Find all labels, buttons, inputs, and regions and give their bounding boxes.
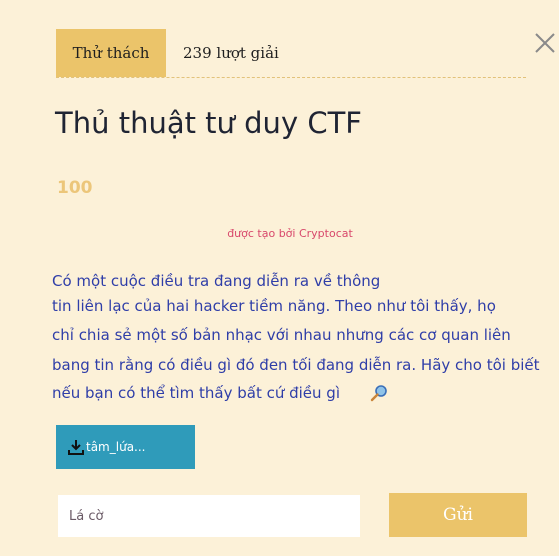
description-line: chỉ chia sẻ một số bản nhạc với nhau như… xyxy=(52,326,511,344)
download-file-label: tâm_lứa... xyxy=(86,440,146,454)
magnifier-icon xyxy=(370,385,387,402)
download-file-button[interactable]: tâm_lứa... xyxy=(56,425,195,469)
description-line: bang tin rằng có điều gì đó đen tối đang… xyxy=(52,356,540,374)
challenge-tabs: Thử thách 239 lượt giải xyxy=(56,29,526,78)
challenge-author: được tạo bởi Cryptocat xyxy=(227,227,353,240)
tab-challenge[interactable]: Thử thách xyxy=(56,29,166,77)
description-line: tin liên lạc của hai hacker tiềm năng. T… xyxy=(52,297,496,315)
challenge-points: 100 xyxy=(57,178,93,198)
description-line: nếu bạn có thể tìm thấy bất cứ điều gì xyxy=(52,384,340,402)
close-button[interactable] xyxy=(532,30,558,56)
tab-solves[interactable]: 239 lượt giải xyxy=(183,29,279,77)
description-line: Có một cuộc điều tra đang diễn ra về thô… xyxy=(52,272,381,290)
flag-input[interactable] xyxy=(58,495,360,537)
challenge-title: Thủ thuật tư duy CTF xyxy=(55,106,362,140)
download-icon xyxy=(68,440,84,455)
close-icon xyxy=(535,33,555,53)
submit-button[interactable]: Gửi xyxy=(389,493,527,537)
